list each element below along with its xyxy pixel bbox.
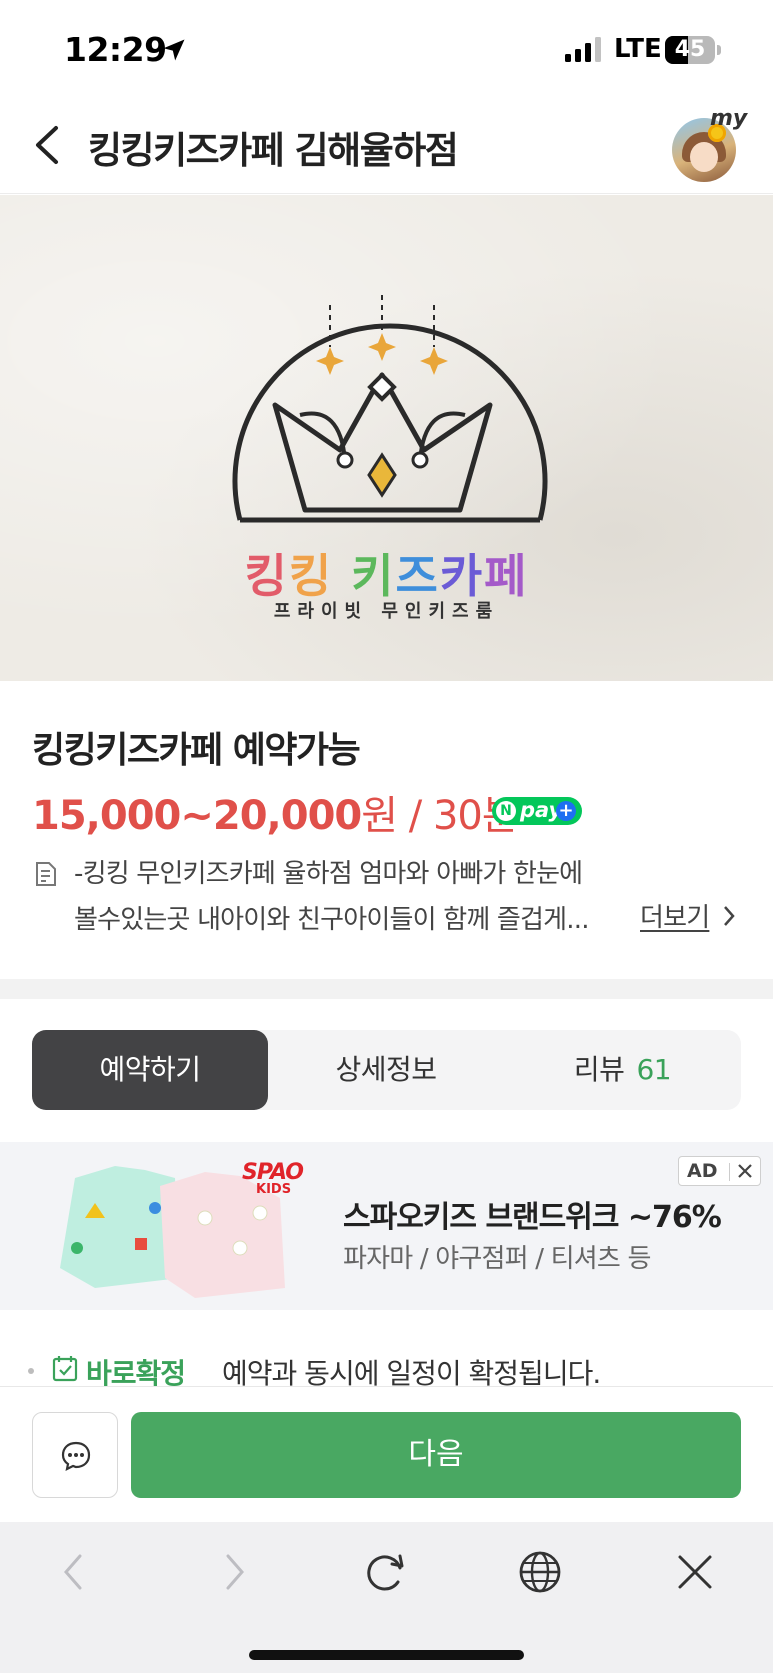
browser-forward-icon[interactable] [204, 1542, 264, 1602]
chat-bubble-icon [61, 1441, 91, 1471]
product-info: 킹킹키즈카페 예약가능 15,000~20,000원 / 30분 N pay +… [0, 681, 773, 979]
npay-badge: N pay + [492, 797, 582, 825]
ad-label: AD [687, 1160, 718, 1182]
browser-toolbar [0, 1522, 773, 1673]
network-label: LTE [614, 34, 662, 64]
crown-logo-icon [232, 295, 548, 523]
location-arrow-icon [163, 39, 185, 61]
tab-reserve[interactable]: 예약하기 [32, 1030, 268, 1110]
review-count: 61 [636, 1053, 672, 1086]
top-header: 킹킹키즈카페 김해율하점 my [0, 100, 773, 194]
tab-bar: 예약하기 상세정보 리뷰 61 [32, 1030, 741, 1110]
globe-icon[interactable] [510, 1542, 570, 1602]
home-indicator [249, 1650, 524, 1660]
product-title: 킹킹키즈카페 예약가능 [32, 730, 361, 771]
page-title: 킹킹키즈카페 김해율하점 [88, 129, 459, 172]
npay-n-icon: N [496, 801, 516, 821]
section-divider [0, 979, 773, 999]
ad-badge: AD [678, 1156, 761, 1186]
signal-icon [565, 37, 601, 62]
bullet [28, 1368, 34, 1374]
tab-reviews-label: 리뷰 [573, 1053, 625, 1086]
close-icon[interactable] [734, 1160, 756, 1182]
ad-banner[interactable]: SPAO KIDS 스파오키즈 브랜드위크 ~76% 파자마 / 야구점퍼 / … [0, 1142, 773, 1310]
ad-title: 스파오키즈 브랜드위크 ~76% [343, 1200, 722, 1235]
description-line-1: -킹킹 무인키즈카페 율하점 엄마와 아빠가 한눈에 [74, 859, 583, 889]
next-button[interactable]: 다음 [131, 1412, 741, 1498]
status-bar: 12:29 LTE 45 [0, 0, 773, 100]
status-time: 12:29 [64, 30, 167, 69]
avatar-label: my [710, 106, 748, 131]
price-range: 15,000~20,000 [32, 793, 362, 839]
document-icon [36, 862, 56, 886]
price: 15,000~20,000원 / 30분 [32, 783, 519, 841]
ad-subtitle: 파자마 / 야구점퍼 / 티셔츠 등 [343, 1244, 651, 1274]
chevron-right-icon[interactable] [722, 903, 736, 929]
description-line-2: 볼수있는곳 내아이와 친구아이들이 함께 즐겁게... [74, 905, 589, 935]
hero-image: 킹킹 키즈카페 프라이빗 무인키즈룸 [0, 195, 773, 681]
spao-kids-label: KIDS [256, 1182, 292, 1197]
back-button[interactable] [28, 120, 72, 170]
npay-plus-icon: + [556, 801, 576, 821]
browser-back-icon[interactable] [44, 1542, 104, 1602]
calendar-check-icon [52, 1356, 78, 1382]
brand-subtitle: 프라이빗 무인키즈룸 [273, 601, 500, 622]
bottom-action-bar: 다음 [0, 1386, 773, 1522]
more-link[interactable]: 더보기 [640, 897, 710, 934]
battery-percent: 45 [674, 37, 706, 62]
tab-details[interactable]: 상세정보 [268, 1030, 504, 1110]
refresh-icon[interactable] [356, 1542, 416, 1602]
chat-button[interactable] [32, 1412, 118, 1498]
tab-reviews[interactable]: 리뷰 61 [504, 1030, 741, 1110]
my-avatar[interactable]: my [672, 106, 747, 182]
battery-icon: 45 [665, 36, 721, 64]
close-browser-icon[interactable] [665, 1542, 725, 1602]
instant-confirm-notice: 바로확정 예약과 동시에 일정이 확정됩니다. [28, 1352, 748, 1390]
